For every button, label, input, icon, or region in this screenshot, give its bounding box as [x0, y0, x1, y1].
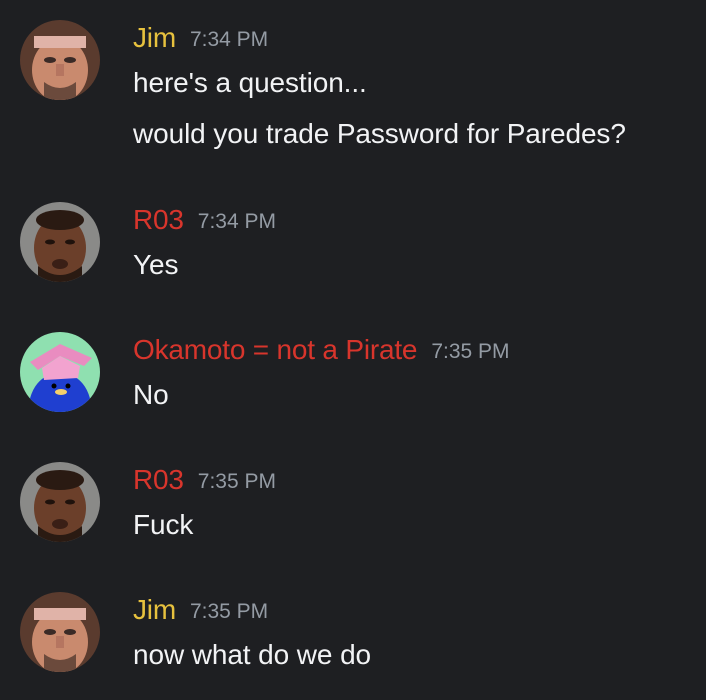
message-header: R03 7:34 PM	[133, 200, 276, 240]
timestamp: 7:34 PM	[197, 210, 276, 233]
timestamp: 7:35 PM	[431, 340, 510, 363]
timestamp: 7:34 PM	[189, 28, 269, 51]
avatar[interactable]	[20, 20, 100, 100]
message-text: here's a question...	[133, 67, 367, 98]
timestamp: 7:35 PM	[197, 470, 276, 493]
username[interactable]: Jim	[133, 594, 176, 625]
message-text: now what do we do	[133, 639, 372, 670]
username[interactable]: R03	[133, 204, 184, 235]
avatar[interactable]	[20, 332, 100, 412]
username[interactable]: R03	[133, 464, 184, 495]
message-text: No	[133, 379, 169, 410]
avatar[interactable]	[20, 462, 100, 542]
message-list: Jim 7:34 PM here's a question... would yo…	[0, 0, 706, 700]
avatar[interactable]	[20, 202, 100, 282]
message-header: Jim 7:34 PM	[133, 18, 268, 58]
message-text: would you trade Password for Paredes?	[133, 118, 626, 149]
avatar[interactable]	[20, 592, 100, 672]
username[interactable]: Okamoto = not a Pirate	[133, 334, 418, 365]
username[interactable]: Jim	[133, 22, 176, 53]
message-text: Fuck	[133, 509, 194, 540]
timestamp: 7:35 PM	[189, 600, 269, 623]
message-header: Jim 7:35 PM	[133, 590, 268, 630]
message-text: Yes	[133, 249, 179, 280]
message-header: Okamoto = not a Pirate 7:35 PM	[133, 330, 510, 370]
message-header: R03 7:35 PM	[133, 460, 276, 500]
